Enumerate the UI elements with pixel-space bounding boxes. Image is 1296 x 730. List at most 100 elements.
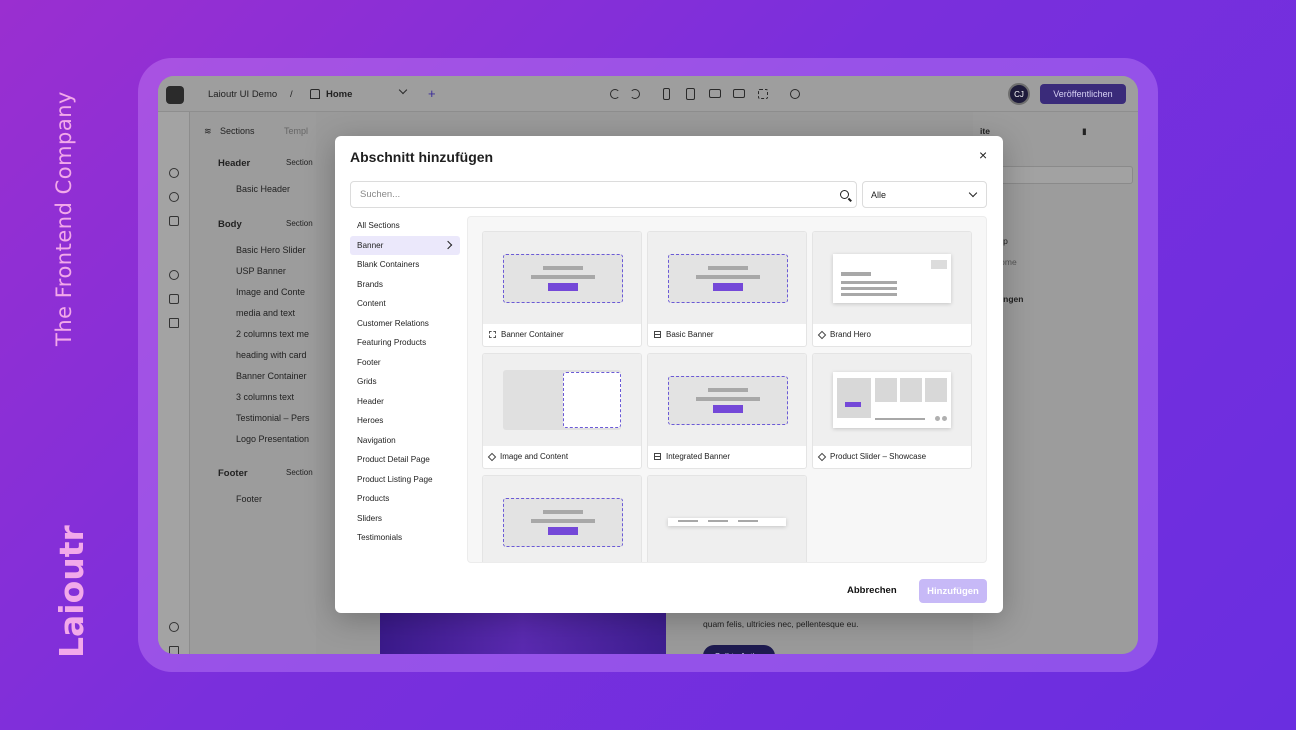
section-card-image-and-content[interactable]: Image and Content [482, 353, 642, 469]
tree-item[interactable]: Image and Conte [236, 287, 305, 297]
category-grids[interactable]: Grids [350, 372, 460, 392]
publish-button[interactable]: Veröffentlichen [1040, 84, 1126, 104]
chevron-down-icon[interactable] [398, 85, 408, 95]
pages-icon[interactable] [169, 294, 179, 304]
trash-icon[interactable]: ▮ [1082, 126, 1087, 137]
add-footer-section[interactable]: Section [286, 468, 313, 477]
category-header[interactable]: Header [350, 392, 460, 412]
section-grid: Banner Container Basic Banner Brand Hero… [467, 216, 987, 563]
tree-item[interactable]: USP Banner [236, 266, 286, 276]
category-customer-relations[interactable]: Customer Relations [350, 314, 460, 334]
hero-image [380, 609, 666, 654]
category-product-listing-page[interactable]: Product Listing Page [350, 470, 460, 490]
tree-item[interactable]: Testimonial – Pers [236, 413, 310, 423]
tree-item[interactable]: 2 columns text me [236, 329, 309, 339]
category-blank-containers[interactable]: Blank Containers [350, 255, 460, 275]
tree-item[interactable]: Logo Presentation [236, 434, 309, 444]
tree-item[interactable]: Basic Header [236, 184, 290, 194]
breadcrumb-separator: / [290, 89, 293, 100]
grid-icon [654, 453, 661, 460]
tree-item[interactable]: 3 columns text [236, 392, 294, 402]
top-bar: Laioutr UI Demo / Home + CJ Veröffentlic… [158, 76, 1138, 112]
project-name[interactable]: Laioutr UI Demo [208, 89, 277, 100]
preview-icon[interactable] [790, 89, 800, 99]
search-icon[interactable] [840, 190, 849, 199]
brand-wordmark: Laioutr [52, 525, 91, 658]
section-card-integrated-banner[interactable]: Integrated Banner [647, 353, 807, 469]
card-thumbnail [648, 232, 806, 324]
card-label: Integrated Banner [666, 452, 731, 461]
category-testimonials[interactable]: Testimonials [350, 528, 460, 548]
panel-title: ite [980, 126, 990, 136]
card-thumbnail [648, 354, 806, 446]
tablet-view-icon[interactable] [686, 88, 695, 100]
tree-item[interactable]: media and text [236, 308, 295, 318]
cancel-button[interactable]: Abbrechen [847, 585, 897, 596]
category-heroes[interactable]: Heroes [350, 411, 460, 431]
components-icon[interactable] [169, 270, 179, 280]
filter-select[interactable]: Alle [862, 181, 987, 208]
category-products[interactable]: Products [350, 489, 460, 509]
home-icon [310, 89, 320, 99]
add-header-section[interactable]: Section [286, 158, 313, 167]
diamond-icon [487, 452, 497, 461]
layers-icon: ≋ [204, 126, 212, 136]
tree-item[interactable]: heading with card [236, 350, 307, 360]
tree-group-body[interactable]: Body [218, 219, 242, 230]
user-icon[interactable] [169, 622, 179, 632]
undo-icon[interactable] [610, 89, 620, 99]
add-section-modal: Abschnitt hinzufügen × Alle All Sections… [335, 136, 1003, 613]
search-box [350, 181, 857, 208]
chevron-down-icon [968, 188, 978, 198]
add-button[interactable]: Hinzufügen [919, 579, 987, 603]
user-avatar[interactable]: CJ [1008, 83, 1030, 105]
card-thumbnail [813, 232, 971, 324]
tree-item[interactable]: Basic Hero Slider [236, 245, 306, 255]
brush-icon[interactable] [169, 216, 179, 226]
category-brands[interactable]: Brands [350, 275, 460, 295]
redo-icon[interactable] [630, 89, 640, 99]
category-navigation[interactable]: Navigation [350, 431, 460, 451]
add-page-button[interactable]: + [428, 86, 436, 101]
tree-group-footer[interactable]: Footer [218, 468, 248, 479]
diamond-icon [817, 330, 827, 339]
dashed-box-icon [489, 331, 496, 338]
section-card[interactable] [482, 475, 642, 562]
card-label: Basic Banner [666, 330, 714, 339]
tab-sections[interactable]: Sections [220, 126, 255, 136]
category-banner[interactable]: Banner [350, 235, 460, 255]
category-product-detail-page[interactable]: Product Detail Page [350, 450, 460, 470]
section-card-brand-hero[interactable]: Brand Hero [812, 231, 972, 347]
page-selector[interactable]: Home [326, 89, 352, 100]
category-sliders[interactable]: Sliders [350, 509, 460, 529]
brand-tagline: The Frontend Company [52, 91, 76, 346]
call-to-action-button[interactable]: Call to Action [703, 645, 775, 654]
tree-item[interactable]: Banner Container [236, 371, 307, 381]
app-window: Laioutr UI Demo / Home + CJ Veröffentlic… [158, 76, 1138, 654]
search-input[interactable] [351, 182, 821, 207]
fullscreen-icon[interactable] [758, 89, 768, 99]
dashboard-icon[interactable] [169, 168, 179, 178]
section-card-basic-banner[interactable]: Basic Banner [647, 231, 807, 347]
database-icon[interactable] [169, 318, 179, 328]
section-card-banner-container[interactable]: Banner Container [482, 231, 642, 347]
tree-item[interactable]: Footer [236, 494, 262, 504]
category-footer[interactable]: Footer [350, 353, 460, 373]
category-all-sections[interactable]: All Sections [350, 216, 460, 236]
modal-title: Abschnitt hinzufügen [350, 149, 494, 165]
desktop-view-icon[interactable] [733, 89, 745, 98]
section-card-product-slider-showcase[interactable]: Product Slider – Showcase [812, 353, 972, 469]
book-icon[interactable] [169, 646, 179, 654]
add-body-section[interactable]: Section [286, 219, 313, 228]
mobile-view-icon[interactable] [663, 88, 670, 100]
tab-templates[interactable]: Templ [284, 126, 308, 136]
card-label: Brand Hero [830, 330, 871, 339]
section-card[interactable] [647, 475, 807, 562]
settings-icon[interactable] [169, 192, 179, 202]
category-content[interactable]: Content [350, 294, 460, 314]
diamond-icon [817, 452, 827, 461]
close-icon[interactable]: × [979, 147, 987, 163]
laptop-view-icon[interactable] [709, 89, 721, 98]
tree-group-header[interactable]: Header [218, 158, 250, 169]
category-featuring-products[interactable]: Featuring Products [350, 333, 460, 353]
